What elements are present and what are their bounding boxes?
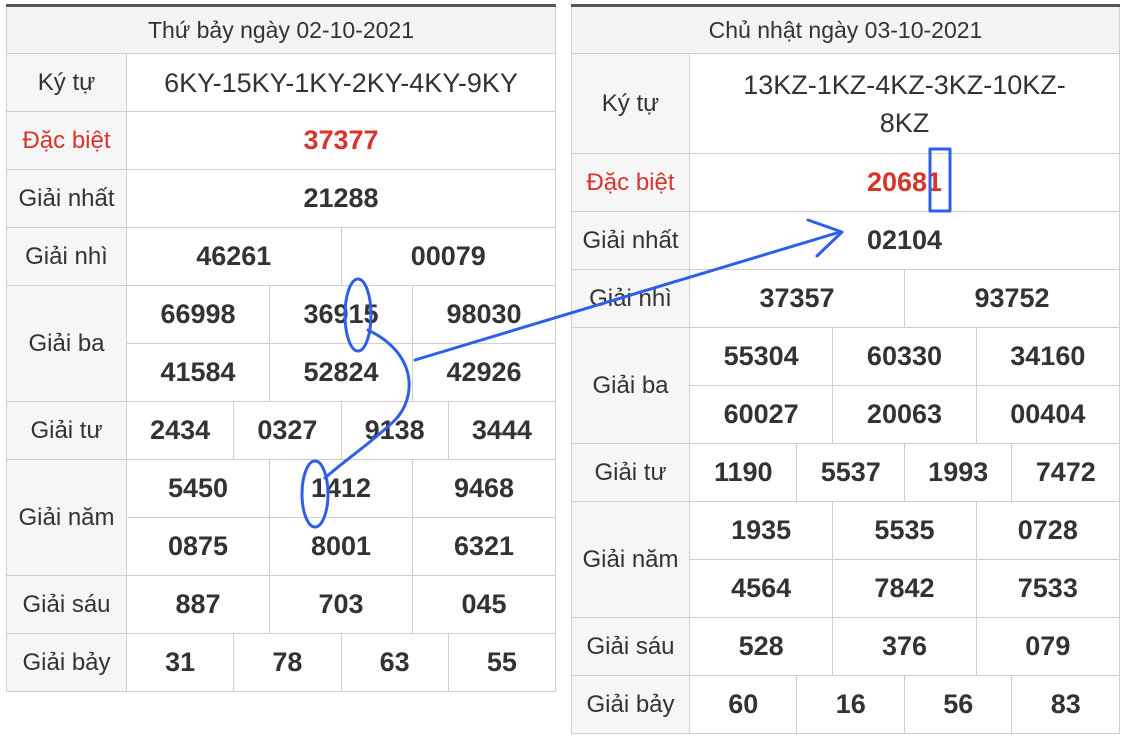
- left-giai-ba-value: 41584: [126, 343, 270, 402]
- right-giai-nam-value: 7533: [975, 559, 1121, 618]
- left-giai-bay-value: 31: [125, 633, 235, 692]
- right-giai-ba-value: 34160: [975, 327, 1121, 386]
- left-giai-nhat-value: 21288: [126, 169, 556, 228]
- left-giai-sau-value: 045: [412, 575, 556, 634]
- right-giai-nhat-label: Giải nhất: [571, 211, 690, 270]
- left-giai-bay-label: Giải bảy: [6, 633, 127, 692]
- left-giai-tu-value: 0327: [233, 401, 342, 460]
- right-giai-nam-label: Giải năm: [571, 501, 690, 618]
- left-giai-ba-value: 98030: [412, 285, 556, 344]
- right-giai-nhi-value: 93752: [903, 269, 1121, 328]
- right-giai-bay-label: Giải bảy: [571, 675, 690, 734]
- left-giai-nam-value: 8001: [269, 517, 413, 576]
- left-giai-nam-label: Giải năm: [6, 459, 127, 576]
- left-giai-nhat-label: Giải nhất: [6, 169, 127, 228]
- right-giai-bay-value: 60: [688, 675, 798, 734]
- right-giai-nam-value: 1935: [688, 501, 834, 560]
- right-giai-ba-label: Giải ba: [571, 327, 690, 444]
- left-giai-tu-value: 3444: [447, 401, 557, 460]
- right-giai-sau-value: 528: [688, 617, 834, 676]
- right-giai-sau-value: 079: [975, 617, 1121, 676]
- right-giai-tu-value: 1993: [903, 443, 1013, 502]
- right-giai-bay-value: 16: [796, 675, 905, 734]
- left-giai-bay-value: 55: [447, 633, 557, 692]
- left-giai-bay-value: 63: [340, 633, 449, 692]
- right-dac-biet-value: 20681: [689, 153, 1120, 212]
- left-giai-nam-value: 9468: [412, 459, 556, 518]
- right-giai-nam-value: 0728: [975, 501, 1121, 560]
- left-giai-nam-value: 6321: [412, 517, 556, 576]
- left-giai-nam-value: 0875: [126, 517, 270, 576]
- left-giai-tu-label: Giải tư: [6, 401, 127, 460]
- left-giai-nhi-value: 00079: [340, 227, 556, 286]
- left-giai-nhi-label: Giải nhì: [6, 227, 127, 286]
- left-results-panel: Thứ bảy ngày 02-10-2021 Ký tự 6KY-15KY-1…: [6, 4, 557, 692]
- right-giai-bay-value: 56: [903, 675, 1013, 734]
- left-giai-ba-value: 42926: [412, 343, 556, 402]
- right-ky-tu-label: Ký tự: [571, 53, 690, 154]
- left-giai-tu-value: 9138: [340, 401, 449, 460]
- right-dac-biet-label: Đặc biệt: [571, 153, 690, 212]
- right-giai-nhi-value: 37357: [689, 269, 905, 328]
- left-giai-nhi-value: 46261: [126, 227, 342, 286]
- right-date-title: Chủ nhật ngày 03-10-2021: [571, 4, 1120, 54]
- left-date-title: Thứ bảy ngày 02-10-2021: [6, 4, 556, 54]
- left-dac-biet-label: Đặc biệt: [6, 111, 127, 170]
- left-results-table: Thứ bảy ngày 02-10-2021 Ký tự 6KY-15KY-1…: [6, 4, 557, 692]
- right-giai-sau-label: Giải sáu: [571, 617, 690, 676]
- left-dac-biet-value: 37377: [126, 111, 556, 170]
- right-giai-ba-value: 20063: [832, 385, 977, 444]
- right-giai-ba-value: 60027: [688, 385, 834, 444]
- left-giai-ba-label: Giải ba: [6, 285, 127, 402]
- left-giai-nam-value: 5450: [126, 459, 270, 518]
- left-giai-bay-value: 78: [233, 633, 342, 692]
- right-giai-tu-value: 5537: [796, 443, 905, 502]
- right-giai-nam-value: 4564: [688, 559, 834, 618]
- right-ky-tu-value: 13KZ-1KZ-4KZ-3KZ-10KZ- 8KZ: [689, 53, 1120, 154]
- right-giai-nam-value: 7842: [832, 559, 977, 618]
- right-giai-nhat-value: 02104: [689, 211, 1120, 270]
- left-ky-tu-value: 6KY-15KY-1KY-2KY-4KY-9KY: [126, 53, 556, 112]
- right-giai-bay-value: 83: [1011, 675, 1120, 734]
- left-giai-sau-value: 887: [126, 575, 270, 634]
- right-giai-tu-value: 7472: [1011, 443, 1120, 502]
- left-giai-sau-label: Giải sáu: [6, 575, 127, 634]
- left-giai-ba-value: 36915: [269, 285, 413, 344]
- right-giai-sau-value: 376: [832, 617, 977, 676]
- left-giai-tu-value: 2434: [125, 401, 235, 460]
- left-giai-nam-value: 1412: [269, 459, 413, 518]
- right-results-table: Chủ nhật ngày 03-10-2021 Ký tự 13KZ-1KZ-…: [571, 4, 1121, 734]
- right-ky-tu-line1: 13KZ-1KZ-4KZ-3KZ-10KZ-: [743, 69, 1066, 100]
- right-results-panel: Chủ nhật ngày 03-10-2021 Ký tự 13KZ-1KZ-…: [571, 4, 1121, 734]
- right-ky-tu-line2: 8KZ: [879, 107, 930, 138]
- left-ky-tu-label: Ký tự: [6, 53, 127, 112]
- right-giai-ba-value: 00404: [975, 385, 1121, 444]
- right-giai-tu-value: 1190: [688, 443, 798, 502]
- left-giai-ba-value: 52824: [269, 343, 413, 402]
- left-giai-sau-value: 703: [269, 575, 413, 634]
- right-giai-tu-label: Giải tư: [571, 443, 690, 502]
- right-giai-ba-value: 55304: [688, 327, 834, 386]
- right-giai-nam-value: 5535: [832, 501, 977, 560]
- right-giai-nhi-label: Giải nhì: [571, 269, 690, 328]
- left-giai-ba-value: 66998: [126, 285, 270, 344]
- right-giai-ba-value: 60330: [832, 327, 977, 386]
